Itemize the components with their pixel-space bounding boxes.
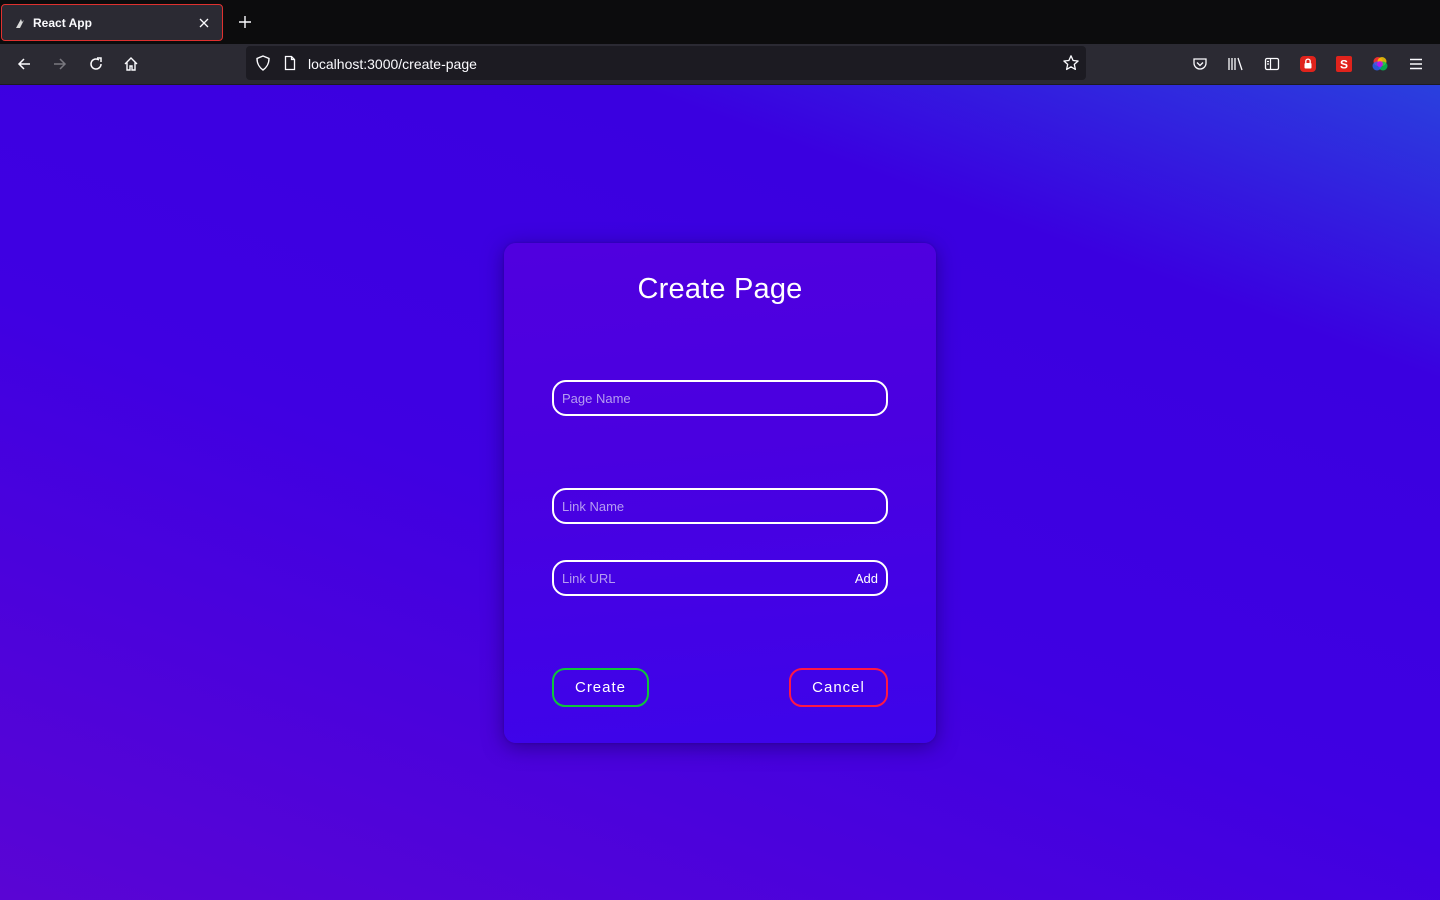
link-name-input[interactable] <box>562 498 878 514</box>
reload-icon[interactable] <box>86 54 106 74</box>
react-favicon-icon <box>14 17 26 29</box>
cancel-button[interactable]: Cancel <box>789 668 888 707</box>
link-name-field[interactable] <box>552 488 888 524</box>
color-wheel-icon[interactable] <box>1370 54 1390 74</box>
close-icon[interactable] <box>196 15 212 31</box>
library-icon[interactable] <box>1226 54 1246 74</box>
browser-tab[interactable]: React App <box>1 4 223 41</box>
shield-icon[interactable] <box>254 54 272 72</box>
page-background: Create Page Add Create Cancel <box>0 85 1440 900</box>
svg-text:S: S <box>1340 58 1348 72</box>
tab-strip: React App <box>0 0 1440 44</box>
page-title: Create Page <box>637 273 803 305</box>
plus-icon[interactable] <box>236 13 254 31</box>
url-bar[interactable]: localhost:3000/create-page <box>246 46 1086 80</box>
navigation-toolbar: localhost:3000/create-page S <box>0 44 1440 85</box>
url-text[interactable]: localhost:3000/create-page <box>308 56 477 72</box>
create-page-card: Create Page Add Create Cancel <box>504 243 936 743</box>
home-icon[interactable] <box>121 54 141 74</box>
pocket-icon[interactable] <box>1190 54 1210 74</box>
add-link-button[interactable]: Add <box>849 571 878 586</box>
page-icon[interactable] <box>282 55 298 71</box>
forward-icon[interactable] <box>50 54 70 74</box>
menu-icon[interactable] <box>1406 54 1426 74</box>
page-name-field[interactable] <box>552 380 888 416</box>
create-button[interactable]: Create <box>552 668 649 707</box>
page-name-input[interactable] <box>562 390 878 406</box>
sidebar-icon[interactable] <box>1262 54 1282 74</box>
tab-title: React App <box>33 15 92 30</box>
lock-extension-icon[interactable] <box>1298 54 1318 74</box>
s-extension-icon[interactable]: S <box>1334 54 1354 74</box>
link-url-input[interactable] <box>562 570 849 586</box>
link-url-field[interactable]: Add <box>552 560 888 596</box>
back-icon[interactable] <box>14 54 34 74</box>
star-icon[interactable] <box>1062 54 1080 72</box>
